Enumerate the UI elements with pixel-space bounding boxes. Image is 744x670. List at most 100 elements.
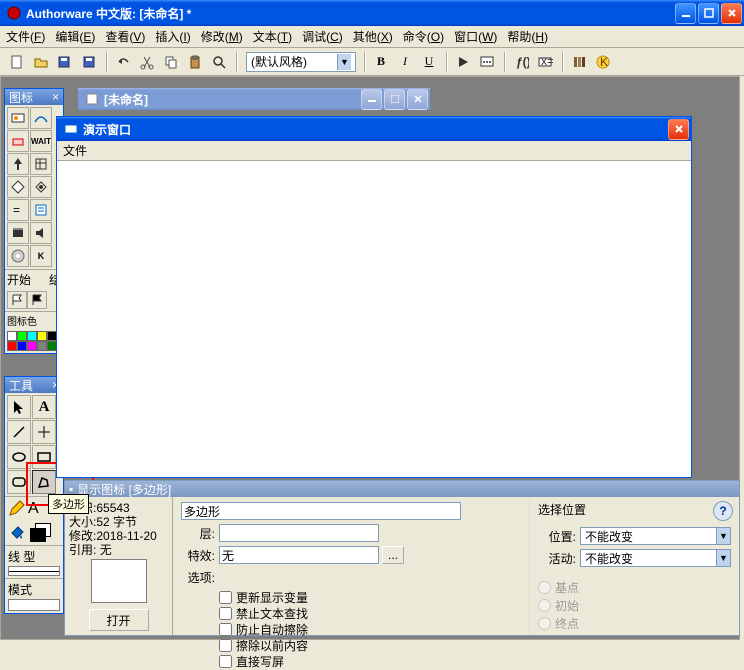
menu-m[interactable]: 修改(M) — [201, 28, 243, 45]
color-swatch[interactable] — [37, 341, 47, 351]
pos-section-label: 选择位置 — [538, 501, 731, 518]
find-icon[interactable] — [208, 51, 230, 73]
pointer-tool[interactable] — [7, 395, 31, 419]
color-swatch[interactable] — [17, 341, 27, 351]
underline-button[interactable]: U — [418, 51, 440, 73]
palette-close-icon[interactable]: × — [52, 90, 59, 104]
maximize-button[interactable] — [698, 3, 719, 24]
presentation-window[interactable]: 演示窗口 文件 — [56, 116, 692, 478]
layer-input[interactable] — [219, 524, 379, 542]
map-icon[interactable] — [30, 199, 52, 221]
menu-i[interactable]: 插入(I) — [155, 28, 190, 45]
interaction-icon[interactable] — [30, 176, 52, 198]
doc-close-button[interactable] — [407, 89, 428, 110]
color-swatch[interactable] — [17, 331, 27, 341]
round-rect-tool[interactable] — [7, 470, 31, 494]
polygon-tool[interactable] — [32, 470, 56, 494]
app-title: Authorware 中文版: [未命名] * — [26, 5, 191, 22]
color-grid[interactable] — [5, 329, 63, 353]
color-swatch[interactable] — [27, 331, 37, 341]
variables-icon[interactable]: x= — [534, 51, 556, 73]
minimize-button[interactable] — [675, 3, 696, 24]
help-button[interactable]: ? — [713, 501, 733, 521]
opt-prevent-erase[interactable] — [219, 623, 232, 636]
icon-name-input[interactable] — [181, 502, 461, 520]
color-swatch[interactable] — [7, 331, 17, 341]
effect-browse-button[interactable]: ... — [382, 546, 404, 564]
doc-window[interactable]: [未命名] — [78, 88, 430, 110]
close-button[interactable] — [721, 3, 742, 24]
framework-icon[interactable] — [30, 153, 52, 175]
main-toolbar: (默认风格)▼ B I U ƒ() x= K — [0, 48, 744, 76]
icon-thumbnail — [91, 559, 147, 603]
movie-icon[interactable] — [7, 222, 29, 244]
bucket-icon — [7, 523, 27, 543]
control-panel-icon[interactable] — [476, 51, 498, 73]
paste-icon[interactable] — [184, 51, 206, 73]
save-icon[interactable] — [78, 51, 100, 73]
opt-erase-prev[interactable] — [219, 639, 232, 652]
menu-e[interactable]: 编辑(E) — [55, 28, 95, 45]
menu-w[interactable]: 窗口(W) — [454, 28, 497, 45]
erase-icon[interactable] — [7, 130, 29, 152]
doc-minimize-button[interactable] — [361, 89, 382, 110]
menu-h[interactable]: 帮助(H) — [507, 28, 548, 45]
main-titlebar: Authorware 中文版: [未命名] * — [0, 0, 744, 26]
props-info: 标识:65543 大小:52 字节 修改:2018-11-20 引用: 无 打开 — [65, 497, 173, 635]
cut-icon[interactable] — [136, 51, 158, 73]
icon-palette[interactable]: 图标× WAIT = K 开始 结 图标色 — [4, 88, 64, 354]
calc-icon[interactable]: = — [7, 199, 29, 221]
undo-icon[interactable] — [112, 51, 134, 73]
sound-icon[interactable] — [30, 222, 52, 244]
color-swatch[interactable] — [27, 341, 37, 351]
navigate-icon[interactable] — [7, 153, 29, 175]
functions-icon[interactable]: ƒ() — [510, 51, 532, 73]
mode-row[interactable]: 模式 — [5, 578, 63, 613]
color-swatch[interactable] — [7, 341, 17, 351]
presentation-close-button[interactable] — [668, 119, 689, 140]
open-button[interactable]: 打开 — [89, 609, 149, 631]
fill-swatch-row[interactable] — [5, 521, 63, 545]
bold-button[interactable]: B — [370, 51, 392, 73]
menu-o[interactable]: 命令(O) — [403, 28, 444, 45]
oval-tool[interactable] — [7, 445, 31, 469]
library-icon[interactable] — [568, 51, 590, 73]
knowledge-icon[interactable]: K — [592, 51, 614, 73]
menu-x[interactable]: 其他(X) — [353, 28, 393, 45]
text-tool[interactable]: A — [32, 395, 56, 419]
menu-f[interactable]: 文件(F) — [6, 28, 45, 45]
opt-direct-screen[interactable] — [219, 655, 232, 668]
straightline-tool[interactable] — [32, 420, 56, 444]
dvd-icon[interactable] — [7, 245, 29, 267]
wait-icon[interactable]: WAIT — [30, 130, 52, 152]
position-select[interactable]: 不能改变▼ — [580, 527, 731, 545]
style-select[interactable]: (默认风格)▼ — [246, 52, 356, 72]
copy-icon[interactable] — [160, 51, 182, 73]
open-icon[interactable] — [30, 51, 52, 73]
menu-v[interactable]: 查看(V) — [105, 28, 145, 45]
save-all-icon[interactable] — [54, 51, 76, 73]
doc-maximize-button[interactable] — [384, 89, 405, 110]
color-swatch[interactable] — [37, 331, 47, 341]
menu-c[interactable]: 调试(C) — [302, 28, 343, 45]
line-style-row[interactable]: 线 型 — [5, 545, 63, 578]
italic-button[interactable]: I — [394, 51, 416, 73]
start-flag-icon[interactable] — [7, 291, 27, 309]
presentation-file-menu[interactable]: 文件 — [63, 142, 87, 159]
presentation-canvas[interactable] — [57, 161, 691, 477]
opt-update-vars[interactable] — [219, 591, 232, 604]
stop-flag-icon[interactable] — [27, 291, 47, 309]
opt-no-text-search[interactable] — [219, 607, 232, 620]
line-tool[interactable] — [7, 420, 31, 444]
icon-color-label: 图标色 — [5, 311, 63, 329]
play-icon[interactable] — [452, 51, 474, 73]
active-select[interactable]: 不能改变▼ — [580, 549, 731, 567]
decision-icon[interactable] — [7, 176, 29, 198]
motion-icon[interactable] — [30, 107, 52, 129]
new-icon[interactable] — [6, 51, 28, 73]
menu-t[interactable]: 文本(T) — [253, 28, 292, 45]
rect-tool[interactable] — [32, 445, 56, 469]
ko-icon[interactable]: K — [30, 245, 52, 267]
effect-input[interactable]: 无 — [219, 546, 379, 564]
display-icon[interactable] — [7, 107, 29, 129]
